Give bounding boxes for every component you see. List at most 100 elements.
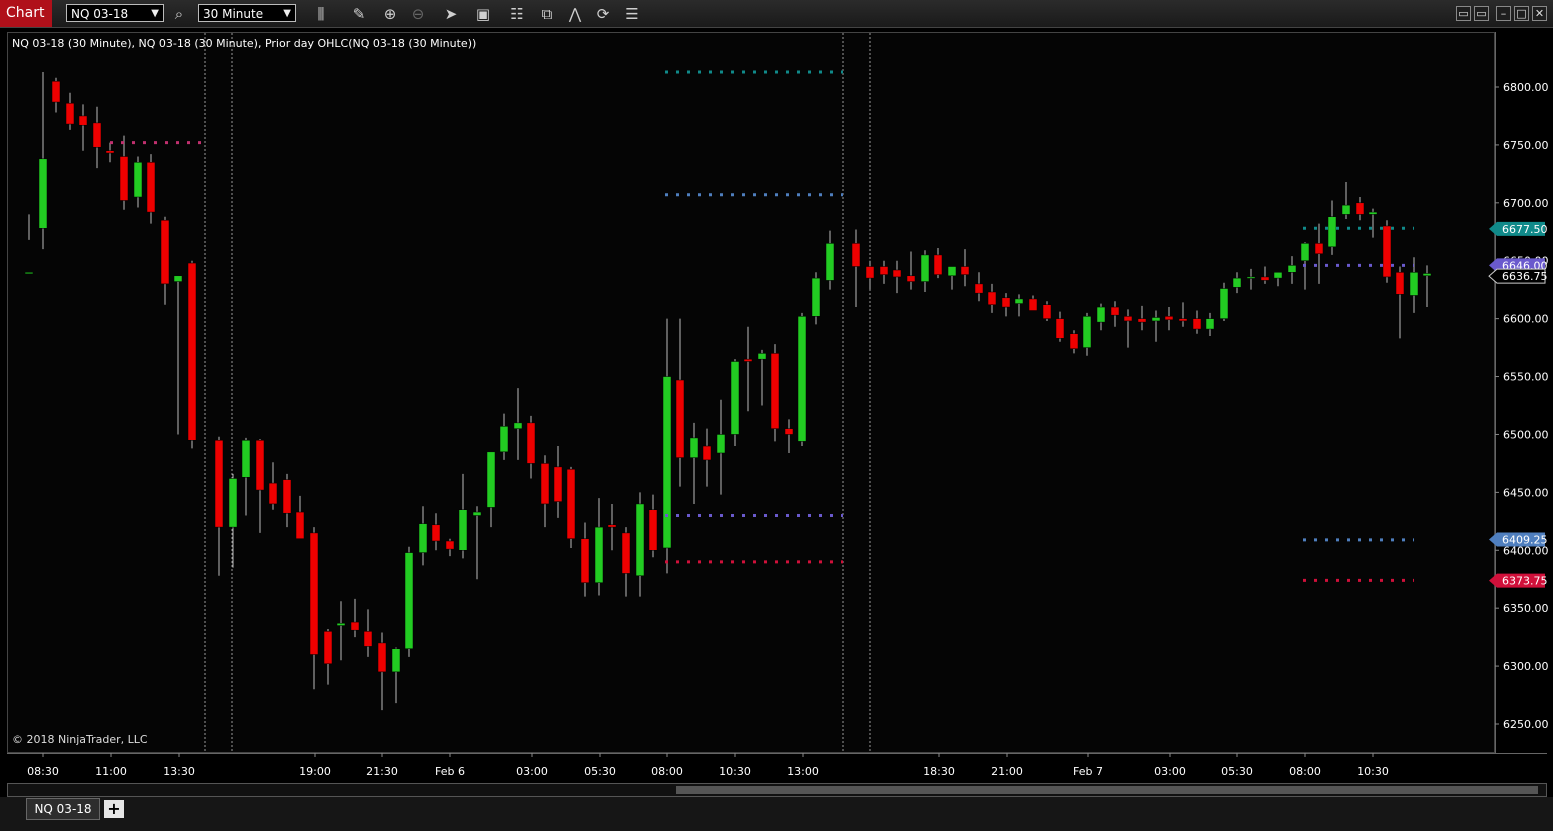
price-label: 6800.00 [1503, 81, 1549, 94]
candle-body [105, 150, 115, 154]
candle-body [716, 434, 726, 454]
candle-body [594, 526, 604, 583]
price-label: 6550.00 [1503, 371, 1549, 384]
time-label: 18:30 [923, 765, 955, 778]
candle-body [187, 262, 197, 441]
candle-body [51, 80, 61, 103]
time-label: 10:30 [719, 765, 751, 778]
time-label: 10:30 [1357, 765, 1389, 778]
time-label: 13:30 [163, 765, 195, 778]
price-marker-label: 6636.75 [1502, 270, 1548, 283]
candle-body [1314, 243, 1324, 255]
candle-body [702, 445, 712, 461]
candle-body [892, 269, 902, 278]
candle-body [1014, 298, 1024, 304]
candle-body [1055, 318, 1065, 339]
price-label: 6450.00 [1503, 486, 1549, 499]
scroll-thumb[interactable] [676, 786, 1538, 794]
candle-body [391, 648, 401, 673]
candle-body [1287, 265, 1297, 273]
time-label: 08:00 [1289, 765, 1321, 778]
time-label: 05:30 [584, 765, 616, 778]
candle-body [377, 642, 387, 673]
candle-body [458, 509, 468, 551]
candle-body [214, 439, 224, 528]
add-tab-button[interactable]: + [104, 800, 124, 818]
time-label: 19:00 [299, 765, 331, 778]
tab-nq-03-18[interactable]: NQ 03-18 [26, 798, 100, 820]
candle-body [336, 622, 346, 626]
candle-body [1409, 272, 1419, 296]
candle-body [960, 266, 970, 275]
time-label: 05:30 [1221, 765, 1253, 778]
candle-body [1137, 318, 1147, 323]
candle-body [757, 353, 767, 360]
candle-body [1042, 304, 1052, 319]
time-label: 03:00 [516, 765, 548, 778]
candle-body [1028, 298, 1038, 311]
time-label: 13:00 [787, 765, 819, 778]
candle-body [146, 162, 156, 213]
candle-body [933, 254, 943, 275]
price-label: 6500.00 [1503, 428, 1549, 441]
candle-body [662, 376, 672, 549]
candle-body [648, 509, 658, 551]
candle-body [1395, 272, 1405, 295]
candle-body [486, 451, 496, 508]
candle-body [173, 275, 183, 282]
candle-body [1273, 272, 1283, 279]
candle-body [1341, 204, 1351, 215]
time-label: 21:30 [366, 765, 398, 778]
candle-body [445, 540, 455, 550]
tab-bar: NQ 03-18 + [0, 797, 1553, 831]
candle-body [825, 243, 835, 281]
candle-body [1178, 318, 1188, 322]
price-label: 6600.00 [1503, 313, 1549, 326]
candle-body [540, 463, 550, 505]
candle-body [1422, 273, 1432, 277]
time-label: Feb 7 [1073, 765, 1103, 778]
candle-body [743, 358, 753, 362]
candle-body [513, 422, 523, 429]
candle-body [1164, 316, 1174, 321]
candle-body [255, 439, 265, 491]
horizontal-scrollbar[interactable] [7, 783, 1547, 797]
price-marker-label: 6677.50 [1502, 223, 1548, 236]
candle-body [797, 316, 807, 442]
time-label: 03:00 [1154, 765, 1186, 778]
candle-body [1082, 316, 1092, 348]
time-label: 11:00 [95, 765, 127, 778]
candle-body [404, 552, 414, 649]
candle-body [607, 524, 617, 528]
candle-body [1001, 297, 1011, 308]
price-label: 6750.00 [1503, 139, 1549, 152]
price-marker-label: 6373.75 [1502, 575, 1548, 588]
candle-body [1069, 333, 1079, 349]
candle-body [851, 243, 861, 267]
candle-body [323, 631, 333, 665]
candle-body [133, 162, 143, 198]
candle-body [730, 361, 740, 435]
candle-body [65, 102, 75, 125]
candle-body [675, 379, 685, 458]
candle-body [1110, 306, 1120, 316]
candle-body [1192, 318, 1202, 330]
candle-body [160, 219, 170, 285]
price-label: 6350.00 [1503, 602, 1549, 615]
candle-body [363, 631, 373, 647]
candle-body [24, 272, 34, 275]
candle-body [431, 524, 441, 542]
candle-body [1219, 288, 1229, 319]
candle-body [309, 532, 319, 655]
candle-body [418, 523, 428, 553]
candle-body [770, 353, 780, 429]
candle-body [1246, 276, 1256, 279]
candle-body [92, 122, 102, 148]
time-label: Feb 6 [435, 765, 465, 778]
candlestick-chart: 6800.006750.006700.006650.006600.006550.… [24, 33, 1549, 778]
candle-body [947, 266, 957, 277]
time-label: 08:00 [651, 765, 683, 778]
price-label: 6300.00 [1503, 660, 1549, 673]
candle-body [241, 439, 251, 478]
price-label: 6700.00 [1503, 197, 1549, 210]
